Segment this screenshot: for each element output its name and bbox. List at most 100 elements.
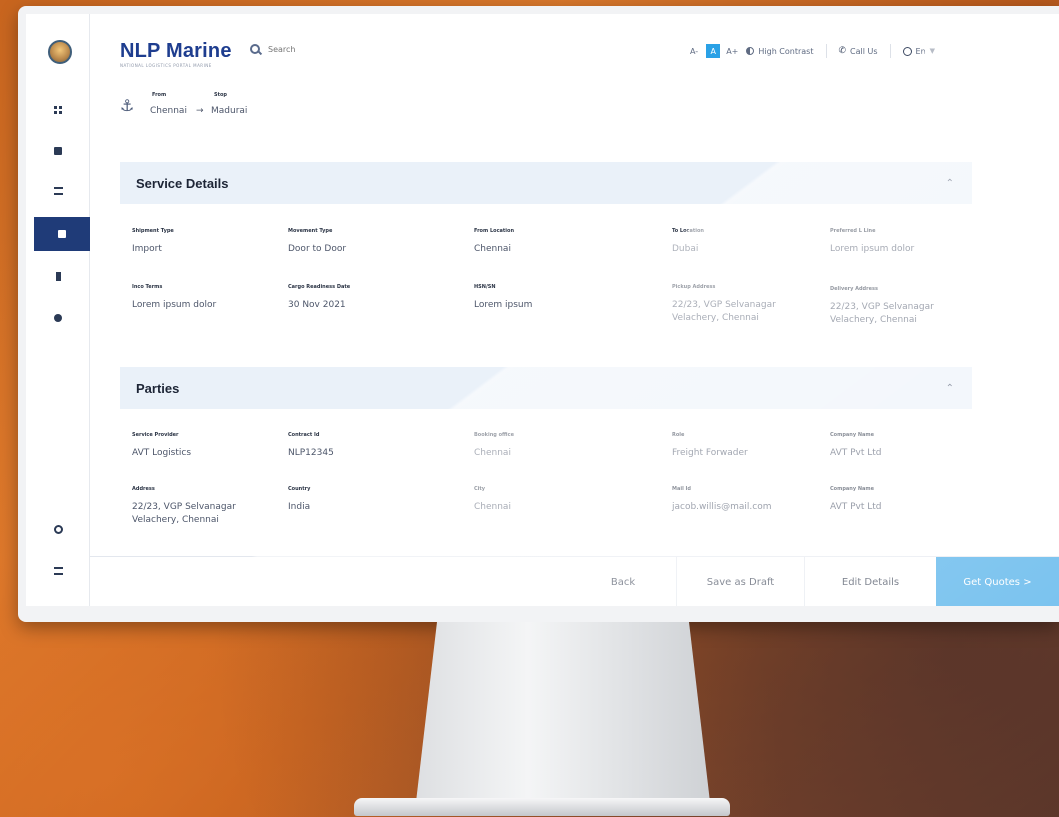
- from-value: Chennai: [150, 106, 187, 116]
- field-label: Contract Id: [288, 432, 320, 438]
- sidebar: [26, 14, 90, 606]
- field-value: India: [288, 502, 311, 512]
- field-value: Door to Door: [288, 244, 347, 254]
- chat-icon[interactable]: [48, 309, 68, 327]
- address-line: 22/23, VGP Selvanagar: [830, 302, 934, 312]
- menu-icon[interactable]: [48, 562, 68, 580]
- field-to-location: To Location Dubai: [672, 228, 704, 256]
- field-value: Lorem ipsum: [474, 300, 533, 310]
- edit-details-button[interactable]: Edit Details: [804, 557, 936, 606]
- call-us-link[interactable]: Call Us: [850, 47, 878, 56]
- field-shipment-type: Shipment Type Import: [132, 228, 174, 256]
- field-hsn: HSN/SN Lorem ipsum: [474, 284, 532, 312]
- brand[interactable]: NLP Marine NATIONAL LOGISTICS PORTAL MAR…: [120, 40, 232, 68]
- chevron-up-icon[interactable]: ⌃: [946, 178, 954, 189]
- field-label: Service Provider: [132, 432, 179, 438]
- field-value: Chennai: [474, 244, 511, 254]
- chevron-down-icon: ▼: [929, 47, 936, 55]
- field-value: NLP12345: [288, 448, 334, 458]
- field-label: City: [474, 486, 486, 492]
- section-title: Service Details: [136, 175, 229, 191]
- save-draft-button[interactable]: Save as Draft: [676, 557, 804, 606]
- field-label: Shipment Type: [132, 228, 174, 234]
- field-label: Address: [132, 486, 155, 492]
- monitor-frame: NLP Marine NATIONAL LOGISTICS PORTAL MAR…: [18, 6, 1059, 622]
- field-from-location: From Location Chennai: [474, 228, 514, 256]
- service-details-header[interactable]: Service Details ⌃: [120, 162, 972, 204]
- monitor-stand: [416, 622, 710, 802]
- field-label: HSN/SN: [474, 284, 496, 290]
- field-label: From Location: [474, 228, 515, 234]
- high-contrast-toggle[interactable]: High Contrast: [758, 47, 813, 56]
- bookmark-icon[interactable]: [48, 267, 68, 285]
- field-label: Company Name: [830, 486, 874, 492]
- action-footer: Back Save as Draft Edit Details Get Quot…: [90, 556, 1059, 606]
- contrast-icon: [746, 47, 755, 55]
- accessibility-tools: A- A A+ High Contrast ✆ Call Us En ▼: [690, 44, 935, 58]
- field-value: jacob.willis@mail.com: [672, 502, 772, 512]
- field-preferred-line: Preferred L Line Lorem ipsum dolor: [830, 228, 914, 256]
- divider: [825, 44, 827, 58]
- field-label: Booking office: [474, 432, 514, 438]
- field-label: Company Name: [830, 432, 874, 438]
- field-value: 22/23, VGP Selvanagar Velachery, Chennai: [132, 501, 236, 527]
- monitor-base: [354, 798, 730, 816]
- divider: [889, 44, 891, 58]
- settings-icon[interactable]: [48, 520, 68, 538]
- font-decrease-button[interactable]: A-: [690, 47, 698, 56]
- get-quotes-button[interactable]: Get Quotes >: [936, 557, 1059, 606]
- font-reset-button[interactable]: A: [706, 44, 721, 58]
- box-icon[interactable]: [48, 142, 68, 160]
- field-service-provider: Service Provider AVT Logistics: [132, 432, 191, 460]
- field-value: Chennai: [474, 502, 511, 512]
- field-value: Lorem ipsum dolor: [132, 300, 217, 310]
- field-city: City Chennai: [474, 486, 511, 514]
- parties-header[interactable]: Parties ⌃: [120, 367, 972, 409]
- field-value: 22/23, VGP Selvanagar Velachery, Chennai: [672, 299, 776, 325]
- field-booking-office: Booking office Chennai: [474, 432, 514, 460]
- field-address: Address 22/23, VGP Selvanagar Velachery,…: [132, 486, 236, 527]
- field-label: Role: [672, 432, 685, 438]
- emblem-logo: [48, 40, 72, 64]
- address-line: 22/23, VGP Selvanagar: [132, 502, 236, 512]
- list-icon[interactable]: [48, 182, 68, 200]
- field-company-name-2: Company Name AVT Pvt Ltd: [830, 486, 882, 514]
- field-value: Lorem ipsum dolor: [830, 244, 915, 254]
- field-value: AVT Pvt Ltd: [830, 448, 882, 458]
- address-line: Velachery, Chennai: [830, 315, 917, 325]
- field-value: AVT Pvt Ltd: [830, 502, 882, 512]
- chevron-up-icon[interactable]: ⌃: [946, 383, 954, 394]
- field-pickup-address: Pickup Address 22/23, VGP Selvanagar Vel…: [672, 284, 776, 325]
- dashboard-icon[interactable]: [48, 101, 68, 119]
- from-label: From: [152, 92, 167, 98]
- field-role: Role Freight Forwader: [672, 432, 748, 460]
- field-value: Freight Forwader: [672, 448, 748, 458]
- field-label: Delivery Address: [830, 286, 878, 292]
- top-bar: NLP Marine NATIONAL LOGISTICS PORTAL MAR…: [90, 14, 1059, 82]
- field-label: Pickup Address: [672, 284, 716, 290]
- field-contract-id: Contract Id NLP12345: [288, 432, 334, 460]
- brand-tagline: NATIONAL LOGISTICS PORTAL MARINE: [120, 63, 212, 68]
- briefcase-icon[interactable]: [34, 217, 90, 251]
- address-line: 22/23, VGP Selvanagar: [672, 300, 776, 310]
- field-company-name: Company Name AVT Pvt Ltd: [830, 432, 882, 460]
- stop-value: Madurai: [211, 106, 248, 116]
- field-value: AVT Logistics: [132, 448, 192, 458]
- search-input[interactable]: [268, 44, 368, 54]
- field-delivery-address: Delivery Address 22/23, VGP Selvanagar V…: [830, 286, 934, 327]
- brand-name: NLP Marine: [120, 40, 232, 62]
- search-box[interactable]: [250, 44, 368, 54]
- phone-icon: ✆: [838, 46, 847, 56]
- field-value: 22/23, VGP Selvanagar Velachery, Chennai: [830, 301, 934, 327]
- field-inco-terms: Inco Terms Lorem ipsum dolor: [132, 284, 216, 312]
- back-button[interactable]: Back: [570, 557, 676, 606]
- field-label: Mail Id: [672, 486, 691, 492]
- field-label: Cargo Readiness Date: [288, 284, 351, 290]
- font-increase-button[interactable]: A+: [726, 47, 738, 56]
- search-icon: [250, 44, 260, 54]
- ship-icon: ⚓: [120, 96, 135, 115]
- field-label: Movement Type: [288, 228, 333, 234]
- section-title: Parties: [136, 380, 180, 396]
- language-select[interactable]: En: [916, 47, 926, 56]
- field-label: Preferred L Line: [830, 228, 876, 234]
